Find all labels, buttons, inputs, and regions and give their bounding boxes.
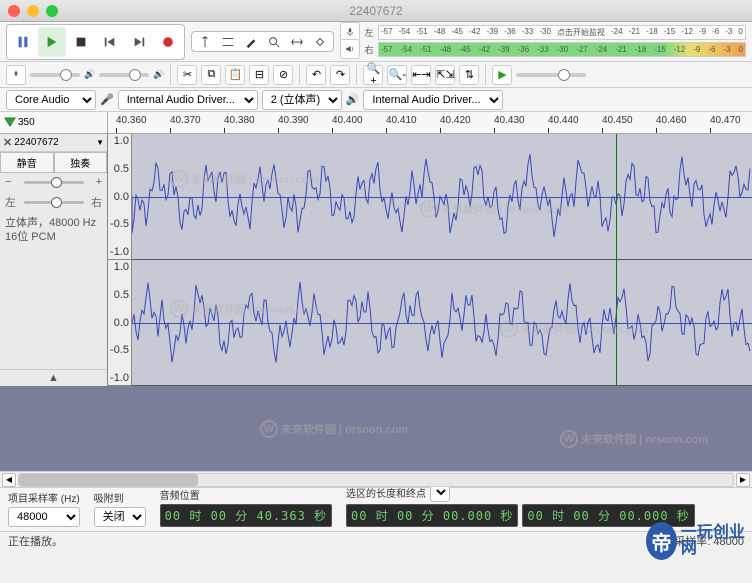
undo-button[interactable]: ↶ [306, 65, 326, 85]
audio-position-field[interactable]: 00 时 00 分 40.363 秒 [160, 504, 332, 527]
playback-volume-slider[interactable] [99, 73, 149, 77]
speaker-meter-icon[interactable] [340, 39, 360, 59]
meter-left-label: 左 [363, 26, 375, 39]
track-format-info: 立体声，48000 Hz16位 PCM [0, 213, 107, 248]
selection-end-field[interactable]: 00 时 00 分 00.000 秒 [522, 504, 694, 527]
snap-label: 吸附到 [94, 490, 146, 505]
redo-button[interactable]: ↷ [330, 65, 350, 85]
play-button[interactable] [38, 27, 66, 57]
scroll-right-button[interactable]: ▶ [736, 473, 750, 487]
selection-toolbar: 项目采样率 (Hz) 48000 吸附到 关闭 音频位置 00 时 00 分 4… [0, 487, 752, 531]
record-device-select[interactable]: Internal Audio Driver... [118, 90, 258, 110]
pan-slider[interactable] [24, 201, 84, 204]
multi-tool-button[interactable] [309, 34, 331, 49]
audio-position-label: 音频位置 [160, 487, 332, 502]
record-channels-select[interactable]: 2 (立体声) [262, 90, 342, 110]
actual-rate: 48000 [713, 536, 744, 548]
timeline-ruler[interactable]: 350 40.36040.37040.38040.39040.40040.410… [0, 112, 752, 134]
snap-select[interactable]: 关闭 [94, 507, 146, 527]
selection-tool-button[interactable] [194, 34, 216, 49]
track-collapse-button[interactable]: ▲ [0, 369, 107, 386]
mute-button[interactable]: 静音 [0, 152, 54, 173]
zoom-tool-button[interactable] [263, 34, 285, 49]
scroll-thumb[interactable] [19, 474, 198, 486]
skip-start-button[interactable] [96, 27, 124, 57]
mic-device-icon: 🎤 [100, 93, 114, 106]
meter-right-label: 右 [363, 43, 375, 56]
selection-start-field[interactable]: 00 时 00 分 00.000 秒 [346, 504, 518, 527]
record-volume-slider[interactable] [30, 73, 80, 77]
gain-slider[interactable] [24, 181, 84, 184]
scroll-left-button[interactable]: ◀ [2, 473, 16, 487]
record-button[interactable] [154, 27, 182, 57]
vertical-scale: 1.00.50.0-0.5-1.0 1.00.50.0-0.5-1.0 [108, 134, 132, 386]
cut-button[interactable]: ✂ [177, 65, 197, 85]
track-menu-dropdown[interactable]: ▼ [96, 138, 104, 147]
audio-host-select[interactable]: Core Audio [6, 90, 96, 110]
track-name[interactable]: 22407672 [14, 137, 94, 148]
record-meter[interactable]: -57-54-51-48-45-42-39-36-33-30点击开始监视-24-… [378, 25, 746, 40]
status-message: 正在播放。 [8, 533, 63, 549]
fit-selection-button[interactable]: ⇤⇥ [411, 65, 431, 85]
draw-tool-button[interactable] [240, 34, 262, 49]
speaker-device-icon: 🔊 [346, 93, 360, 106]
zoom-out-button[interactable]: 🔍- [387, 65, 407, 85]
skip-end-button[interactable] [125, 27, 153, 57]
track-close-button[interactable]: ✕ [3, 136, 12, 149]
envelope-tool-button[interactable] [217, 34, 239, 49]
play-speed-slider[interactable] [516, 73, 586, 77]
project-rate-label: 项目采样率 (Hz) [8, 490, 80, 505]
trim-button[interactable]: ⊟ [249, 65, 269, 85]
play-at-speed-button[interactable]: ▶ [492, 65, 512, 85]
copy-button[interactable]: ⧉ [201, 65, 221, 85]
zoom-in-button[interactable]: 🔍+ [363, 65, 383, 85]
playback-device-select[interactable]: Internal Audio Driver... [363, 90, 503, 110]
horizontal-scrollbar[interactable]: ◀ ▶ [0, 471, 752, 487]
window-title: 22407672 [0, 4, 752, 18]
transport-toolbar: 左 -57-54-51-48-45-42-39-36-33-30点击开始监视-2… [0, 22, 752, 62]
paste-button[interactable]: 📋 [225, 65, 245, 85]
track-control-panel: ✕ 22407672 ▼ 静音 独奏 −+ 左右 立体声，48000 Hz16位… [0, 134, 108, 386]
mixer-toolbar: 🔊 🔊 ✂ ⧉ 📋 ⊟ ⊘ ↶ ↷ 🔍+ 🔍- ⇤⇥ ⇱⇲ ⇅ ▶ [0, 62, 752, 88]
fit-project-button[interactable]: ⇱⇲ [435, 65, 455, 85]
waveform-display[interactable] [132, 134, 752, 386]
empty-track-area[interactable] [0, 386, 752, 471]
playback-meter[interactable]: -57-54-51-48-45-42-39-36-33-30-27-24-21-… [378, 42, 746, 57]
stop-button[interactable] [67, 27, 95, 57]
silence-button[interactable]: ⊘ [273, 65, 293, 85]
playhead-cursor [616, 134, 617, 386]
pause-button[interactable] [9, 27, 37, 57]
selection-length-label: 选区的长度和终点 [346, 485, 426, 500]
solo-button[interactable]: 独奏 [54, 152, 108, 173]
track-area: ✕ 22407672 ▼ 静音 独奏 −+ 左右 立体声，48000 Hz16位… [0, 134, 752, 386]
status-bar: 正在播放。 实际采样率: 48000 [0, 531, 752, 549]
project-rate-select[interactable]: 48000 [8, 507, 80, 527]
titlebar: 22407672 [0, 0, 752, 22]
timeshift-tool-button[interactable] [286, 34, 308, 49]
cursor-position: 350 [18, 117, 35, 128]
zoom-toggle-button[interactable]: ⇅ [459, 65, 479, 85]
device-toolbar: Core Audio 🎤 Internal Audio Driver... 2 … [0, 88, 752, 112]
mic-volume-icon [6, 65, 26, 85]
